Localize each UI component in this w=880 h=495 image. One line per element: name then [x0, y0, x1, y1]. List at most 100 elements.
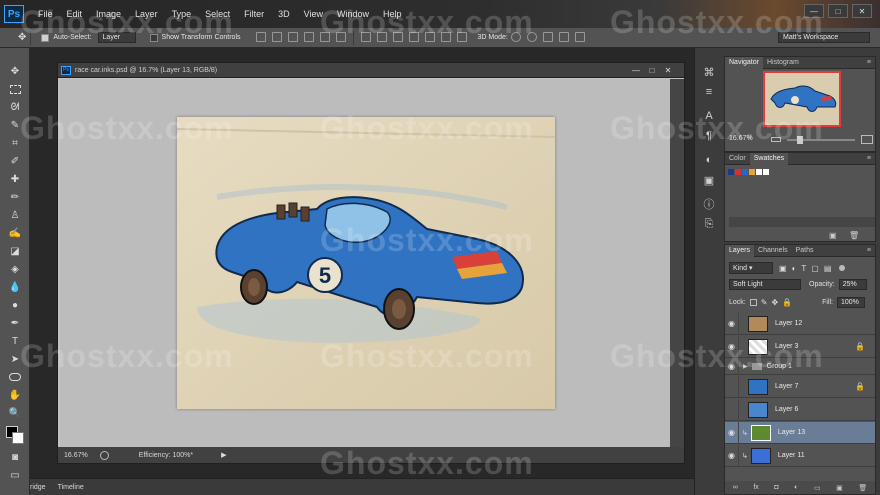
- visibility-eye-icon[interactable]: ◉: [725, 444, 739, 467]
- distribute-icon[interactable]: [456, 31, 467, 42]
- blur-tool-icon[interactable]: 💧: [0, 278, 30, 296]
- healing-tool-icon[interactable]: ✚: [0, 170, 30, 188]
- background-color[interactable]: [12, 432, 24, 444]
- link-icon[interactable]: ∞: [733, 484, 738, 491]
- align-bottom-icon[interactable]: [287, 31, 298, 42]
- delete-swatch-icon[interactable]: 🗑: [849, 231, 859, 240]
- layer-row[interactable]: ◉ Layer 12: [725, 313, 875, 335]
- color-swatches[interactable]: [0, 422, 29, 448]
- swatch[interactable]: [728, 169, 734, 175]
- move-tool-icon[interactable]: ✥: [0, 62, 30, 80]
- tab-layers[interactable]: Layers: [725, 244, 755, 257]
- menu-help[interactable]: Help: [383, 9, 402, 19]
- filter-adjustment-icon[interactable]: ◐: [792, 264, 797, 273]
- adjustment-icon[interactable]: ◐: [794, 484, 798, 491]
- fx-icon[interactable]: fx: [753, 484, 758, 491]
- folder-icon[interactable]: ▭: [814, 484, 821, 492]
- eyedropper-tool-icon[interactable]: ✐: [0, 152, 30, 170]
- menu-type[interactable]: Type: [172, 9, 192, 19]
- menu-3d[interactable]: 3D: [278, 9, 290, 19]
- distribute-icon[interactable]: [392, 31, 403, 42]
- marquee-tool-icon[interactable]: [0, 80, 30, 98]
- mask-icon[interactable]: ◘: [774, 484, 778, 491]
- filter-toggle-icon[interactable]: [839, 265, 846, 271]
- filter-pixel-icon[interactable]: ▣: [779, 264, 787, 273]
- menu-image[interactable]: Image: [96, 9, 121, 19]
- navigator-zoom[interactable]: 16.67%: [729, 135, 753, 142]
- quick-mask-icon[interactable]: ◙: [0, 448, 30, 466]
- distribute-icon[interactable]: [376, 31, 387, 42]
- panel-menu-icon[interactable]: ≡: [867, 155, 871, 162]
- stamp-tool-icon[interactable]: ♙: [0, 206, 30, 224]
- eraser-tool-icon[interactable]: ◪: [0, 242, 30, 260]
- layer-row[interactable]: ◉ Layer 3 🔒: [725, 335, 875, 358]
- tab-bridge[interactable]: ridge: [24, 484, 52, 491]
- character-icon[interactable]: A: [695, 106, 723, 126]
- styles-icon[interactable]: ▣: [695, 170, 723, 190]
- dodge-tool-icon[interactable]: ●: [0, 296, 30, 314]
- panel-menu-icon[interactable]: ≡: [867, 59, 871, 66]
- align-center-icon[interactable]: [319, 31, 330, 42]
- crop-tool-icon[interactable]: ⌗: [0, 134, 30, 152]
- zoom-slider-thumb[interactable]: [797, 136, 803, 144]
- transform-controls-checkbox[interactable]: [149, 33, 158, 42]
- zoom-in-icon[interactable]: [861, 135, 873, 144]
- tab-timeline[interactable]: Timeline: [52, 484, 90, 491]
- align-left-icon[interactable]: [303, 31, 314, 42]
- type-tool-icon[interactable]: T: [0, 332, 30, 350]
- vertical-scrollbar[interactable]: [670, 79, 684, 447]
- lock-transparent-icon[interactable]: [749, 299, 757, 306]
- paint-bucket-tool-icon[interactable]: ◈: [0, 260, 30, 278]
- layer-group-row[interactable]: ◉ ▶ Group 1: [725, 358, 875, 375]
- screen-mode-icon[interactable]: ▭: [0, 466, 30, 484]
- doc-close-button[interactable]: ✕: [660, 65, 676, 76]
- swatch[interactable]: [742, 169, 748, 175]
- doc-maximize-button[interactable]: □: [644, 65, 660, 76]
- brush-presets-icon[interactable]: ≡: [695, 82, 723, 102]
- menu-view[interactable]: View: [304, 9, 323, 19]
- swatch[interactable]: [756, 169, 762, 175]
- brush-tool-icon[interactable]: ✏: [0, 188, 30, 206]
- lock-position-icon[interactable]: ✥: [771, 298, 778, 307]
- kind-filter-dropdown[interactable]: Kind ▾: [729, 262, 773, 274]
- workspace-dropdown[interactable]: Matt's Workspace: [778, 32, 870, 43]
- menu-select[interactable]: Select: [205, 9, 230, 19]
- blend-mode-dropdown[interactable]: Soft Light: [729, 279, 801, 290]
- paragraph-icon[interactable]: ¶: [695, 126, 723, 146]
- status-menu-arrow-icon[interactable]: ▶: [221, 451, 226, 459]
- pan-3d-icon[interactable]: [542, 31, 553, 42]
- canvas[interactable]: 5: [60, 79, 670, 447]
- pen-tool-icon[interactable]: ✒: [0, 314, 30, 332]
- layer-row[interactable]: Layer 6: [725, 398, 875, 421]
- align-middle-icon[interactable]: [271, 31, 282, 42]
- new-swatch-icon[interactable]: ▣: [829, 231, 837, 240]
- tab-swatches[interactable]: Swatches: [749, 152, 789, 165]
- menu-filter[interactable]: Filter: [244, 9, 264, 19]
- orbit-3d-icon[interactable]: [510, 31, 521, 42]
- shape-tool-icon[interactable]: [0, 368, 30, 386]
- distribute-icon[interactable]: [360, 31, 371, 42]
- visibility-eye-off[interactable]: [725, 375, 739, 398]
- lock-all-icon[interactable]: 🔒: [782, 298, 792, 307]
- panel-menu-icon[interactable]: ≡: [867, 247, 871, 254]
- distribute-icon[interactable]: [424, 31, 435, 42]
- layer-row-selected[interactable]: ◉ ↳ Layer 13: [725, 421, 875, 444]
- history-brush-tool-icon[interactable]: ✍: [0, 224, 30, 242]
- menu-file[interactable]: File: [38, 9, 53, 19]
- layer-row[interactable]: ◉ ↳ Layer 11: [725, 444, 875, 467]
- mini-bridge-icon[interactable]: ⌘: [695, 62, 723, 82]
- clone-source-icon[interactable]: ⎘: [695, 214, 723, 234]
- menu-layer[interactable]: Layer: [135, 9, 158, 19]
- fill-input[interactable]: 100%: [837, 297, 865, 308]
- tab-color[interactable]: Color: [725, 153, 750, 165]
- swatch[interactable]: [763, 169, 769, 175]
- swatch[interactable]: [735, 169, 741, 175]
- move-tool-preset-icon[interactable]: ✥: [18, 32, 26, 43]
- zoom-tool-icon[interactable]: 🔍: [0, 404, 30, 422]
- minimize-button[interactable]: —: [804, 4, 824, 18]
- menu-window[interactable]: Window: [337, 9, 369, 19]
- visibility-eye-icon[interactable]: ◉: [725, 335, 739, 358]
- filter-smart-object-icon[interactable]: ▤: [824, 264, 832, 273]
- zoom-out-icon[interactable]: [771, 137, 781, 142]
- menu-edit[interactable]: Edit: [67, 9, 83, 19]
